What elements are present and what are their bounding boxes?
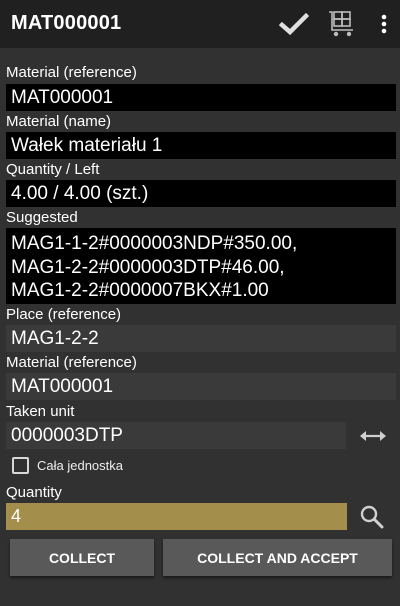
check-icon[interactable]	[278, 9, 310, 39]
swap-arrows-icon[interactable]	[357, 427, 389, 445]
search-icon[interactable]	[359, 504, 385, 530]
material-reference-value: MAT000001	[6, 84, 396, 111]
collect-and-accept-button[interactable]: COLLECT AND ACCEPT	[163, 539, 392, 576]
collect-button[interactable]: COLLECT	[10, 539, 154, 576]
quantity-field[interactable]: 4	[6, 503, 347, 530]
app-bar: MAT000001	[0, 0, 400, 48]
whole-unit-checkbox[interactable]	[12, 457, 29, 474]
taken-unit-label: Taken unit	[6, 403, 75, 420]
suggested-line: MAG1-2-2#0000007BKX#1.00	[11, 280, 269, 301]
material-reference-2-label: Material (reference)	[6, 354, 137, 371]
material-name-value: Wałek materiału 1	[6, 132, 396, 159]
whole-unit-label: Cała jednostka	[37, 458, 123, 473]
suggested-line: MAG1-2-2#0000003DTP#46.00,	[11, 256, 285, 278]
material-reference-field[interactable]: MAT000001	[6, 373, 396, 400]
quantity-left-value: 4.00 / 4.00 (szt.)	[6, 180, 396, 207]
taken-unit-field[interactable]: 0000003DTP	[6, 422, 346, 449]
quantity-left-label: Quantity / Left	[6, 161, 100, 178]
quantity-label: Quantity	[6, 484, 62, 501]
suggested-label: Suggested	[6, 209, 78, 226]
place-reference-field[interactable]: MAG1-2-2	[6, 325, 396, 352]
place-reference-label: Place (reference)	[6, 306, 122, 323]
page-title: MAT000001	[11, 12, 122, 34]
suggested-line: MAG1-1-2#0000003NDP#350.00,	[11, 233, 298, 254]
cart-icon[interactable]	[326, 9, 358, 39]
material-name-label: Material (name)	[6, 113, 112, 130]
material-reference-label: Material (reference)	[6, 64, 137, 81]
suggested-value: MAG1-1-2#0000003NDP#350.00, MAG1-2-2#000…	[6, 228, 396, 304]
more-vert-icon[interactable]	[376, 9, 392, 39]
